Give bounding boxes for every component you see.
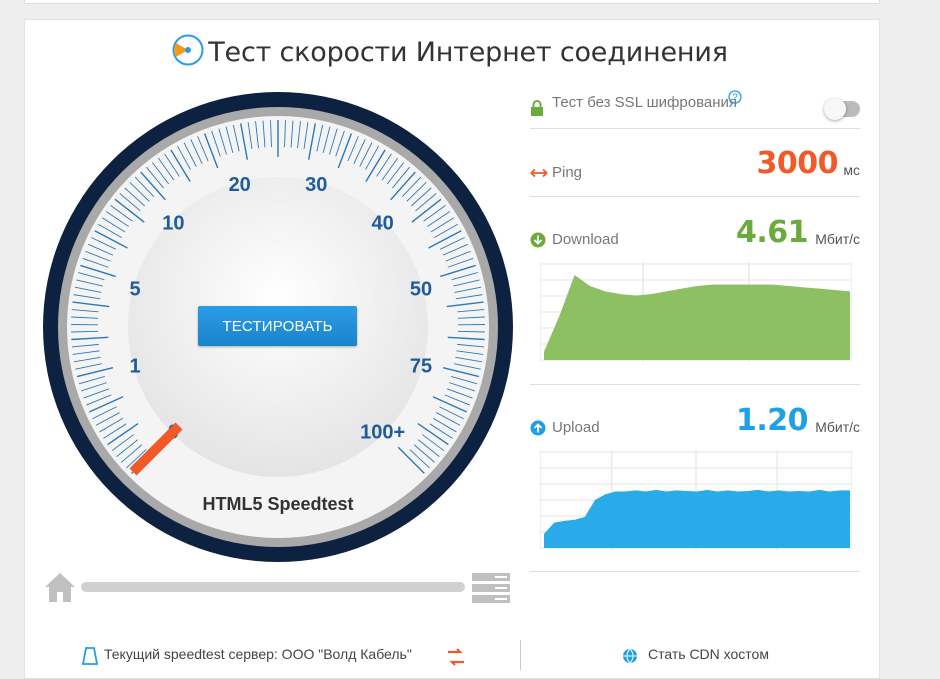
- ssl-toggle-knob: [824, 98, 846, 120]
- server-icon: [471, 572, 511, 604]
- divider: [530, 128, 860, 129]
- download-chart: [540, 262, 852, 362]
- divider: [530, 196, 860, 197]
- ping-label: Ping: [552, 164, 582, 181]
- server-location-icon: [80, 646, 100, 666]
- ping-value: 3000: [757, 146, 839, 181]
- ping-unit: мс: [843, 162, 860, 178]
- help-icon[interactable]: ?: [728, 90, 742, 104]
- gauge-label: 10: [162, 212, 184, 234]
- ssl-label: Тест без SSL шифрования: [552, 94, 737, 111]
- gauge-label: 75: [410, 355, 432, 377]
- download-history-area: [544, 275, 850, 360]
- svg-text:?: ?: [732, 93, 738, 104]
- speedometer-logo-icon: [172, 34, 204, 66]
- upload-unit: Мбит/с: [815, 419, 860, 435]
- upload-arrow-icon: [530, 420, 546, 436]
- footer-divider: [520, 640, 521, 670]
- upload-label: Upload: [552, 419, 600, 436]
- lock-icon: [530, 100, 544, 116]
- gauge-label: 40: [372, 212, 394, 234]
- divider: [530, 571, 860, 572]
- gauge-label: 1: [129, 355, 140, 377]
- start-test-button[interactable]: ТЕСТИРОВАТЬ: [198, 306, 357, 346]
- gauge-brand: HTML5 Speedtest: [202, 494, 353, 514]
- gauge-label: 50: [410, 279, 432, 301]
- upload-value: 1.20: [736, 403, 808, 438]
- download-value: 4.61: [736, 215, 808, 250]
- upload-history-area: [544, 490, 850, 548]
- gauge-label: 5: [129, 279, 140, 301]
- test-progress-bar: [81, 582, 465, 592]
- home-icon: [43, 570, 77, 604]
- download-label: Download: [552, 231, 619, 248]
- ssl-toggle[interactable]: [826, 101, 860, 117]
- cdn-host-link[interactable]: Стать CDN хостом: [648, 646, 769, 662]
- gauge-label: 30: [305, 174, 327, 196]
- page-title-text: Тест скорости Интернет соединения: [208, 37, 728, 68]
- current-server-text: Текущий speedtest сервер: ООО "Волд Кабе…: [104, 646, 412, 662]
- download-arrow-icon: [530, 232, 546, 248]
- previous-card: [24, 0, 880, 4]
- upload-chart: [540, 450, 852, 550]
- change-server-icon[interactable]: [446, 648, 466, 666]
- download-unit: Мбит/с: [815, 231, 860, 247]
- footer: Текущий speedtest сервер: ООО "Волд Кабе…: [24, 640, 880, 670]
- divider: [530, 384, 860, 385]
- gauge-label: 20: [229, 174, 251, 196]
- page-title: Тест скорости Интернет соединения: [0, 34, 900, 68]
- ping-arrows-icon: [530, 168, 548, 178]
- ssl-row: Тест без SSL шифрования ?: [530, 88, 860, 128]
- globe-icon: [622, 648, 638, 664]
- progress-row: [43, 570, 513, 606]
- gauge-label: 100+: [360, 422, 405, 444]
